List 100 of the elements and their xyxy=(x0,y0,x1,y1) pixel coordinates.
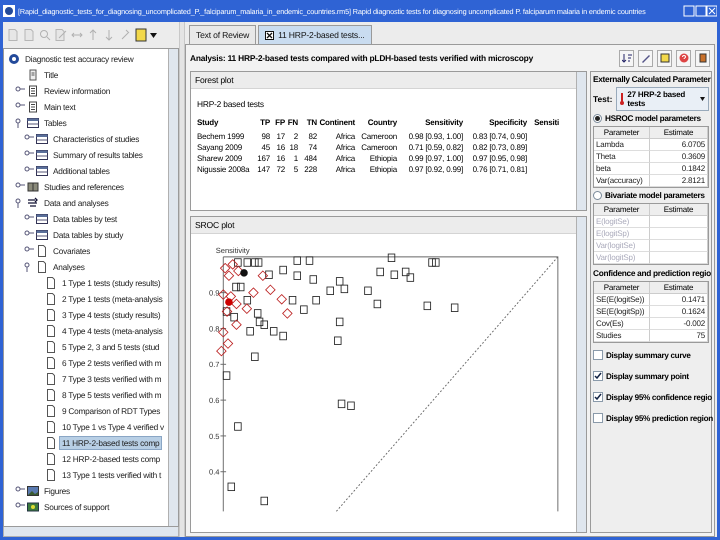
tree-item[interactable]: 7 Type 3 tests verified with m xyxy=(59,372,164,386)
table-cell: Var(logitSe) xyxy=(594,240,650,252)
table-cell-text: 228 xyxy=(303,164,317,175)
table-cell-text: 0.97 [0.95, 0.98] xyxy=(472,153,527,164)
tick-label: 0.6 xyxy=(209,396,220,405)
tree-item[interactable]: Diagnostic test accuracy review xyxy=(22,52,136,66)
table-cell-text: 16 xyxy=(276,142,285,153)
tree-item[interactable]: Sources of support xyxy=(41,500,112,514)
tab[interactable]: 11 HRP-2-based tests... xyxy=(258,25,372,44)
column-header: Specificity xyxy=(488,117,527,128)
tree-item[interactable]: Tables xyxy=(41,116,70,130)
column-header: FN xyxy=(287,117,298,128)
tree-item[interactable]: 13 Type 1 tests verified with t xyxy=(59,468,164,482)
table-cell-text: 72 xyxy=(276,164,285,175)
table-cell-text: 45 xyxy=(260,142,270,153)
table-cell: 75 xyxy=(650,330,708,342)
table-cell: Cov(Es) xyxy=(594,318,650,330)
analysis-title: Analysis: 11 HRP-2-based tests compared with pLDH-based tests verified with microscopy xyxy=(190,53,534,63)
tree-item[interactable]: Data tables by study xyxy=(50,228,126,242)
table-cell-text: Africa xyxy=(334,142,355,153)
table-cell: E(logitSe) xyxy=(594,216,650,228)
tree-item[interactable]: 6 Type 2 tests verified with m xyxy=(59,356,164,370)
table-cell-text: Sharew 2009 xyxy=(197,153,243,164)
tree-item[interactable]: Review information xyxy=(41,84,114,98)
table-cell-text: 74 xyxy=(308,142,317,153)
table-cell-text: Cameroon xyxy=(360,142,397,153)
table-cell: 2.8121 xyxy=(650,175,708,187)
tree-item[interactable]: 8 Type 5 tests verified with m xyxy=(59,388,164,402)
table-cell-text: 16 xyxy=(276,153,285,164)
column-header: FP xyxy=(274,117,285,128)
tree-item[interactable]: 10 Type 1 vs Type 4 verified v xyxy=(59,420,167,434)
tree-item[interactable]: 11 HRP-2-based tests comp xyxy=(59,436,162,450)
column-header: Parameter xyxy=(594,282,650,294)
tree-item[interactable]: Data tables by test xyxy=(50,212,120,226)
tick-label: 0.5 xyxy=(209,432,220,441)
table-cell-text: Ethiopia xyxy=(368,153,397,164)
tree-item[interactable]: 9 Comparison of RDT Types xyxy=(59,404,164,418)
tree-item[interactable]: 2 Type 1 tests (meta-analysis xyxy=(59,292,166,306)
table-cell-text: 18 xyxy=(288,142,298,153)
tick-label: 0.7 xyxy=(209,360,220,370)
tree-item[interactable]: Figures xyxy=(41,484,73,498)
checkbox-label: Display 95% confidence regio xyxy=(606,392,712,402)
tick-label: 0.9 xyxy=(209,288,220,298)
table-cell-text: 0.98 [0.93, 1.00] xyxy=(408,131,463,142)
tick-label: 0.4 xyxy=(209,468,220,477)
table-cell-text: Nigussie 2008a xyxy=(197,164,250,175)
table-cell-text: 1 xyxy=(292,153,298,164)
plot-subtitle: HRP-2 based tests xyxy=(196,98,265,111)
tree-item[interactable]: Studies and references xyxy=(41,180,127,194)
radio-label: HSROC model parameters xyxy=(605,114,701,123)
tree-item[interactable]: 4 Type 4 tests (meta-analysis xyxy=(59,324,166,338)
panel-title: SROC plot xyxy=(191,217,576,234)
table-cell-text: Cameroon xyxy=(360,131,397,142)
table-cell-text: 17 xyxy=(276,131,285,142)
tree-item[interactable]: Summary of results tables xyxy=(50,148,146,162)
tree-item[interactable]: 1 Type 1 tests (study results) xyxy=(59,276,164,290)
tree-item[interactable]: Title xyxy=(41,68,62,82)
checkbox-label: Display summary point xyxy=(606,372,689,380)
test-dropdown[interactable]: 27 HRP-2 based tests xyxy=(616,87,709,111)
table-cell: SE(E(logitSe)) xyxy=(594,294,650,306)
tree-item[interactable]: 3 Type 4 tests (study results) xyxy=(59,308,164,322)
tree-item[interactable]: Additional tables xyxy=(50,164,113,178)
tree-item[interactable]: Data and analyses xyxy=(41,196,112,210)
table-cell-text: 2 xyxy=(292,131,298,142)
table-cell-text: 0.76 [0.71, 0.81] xyxy=(472,164,527,175)
field-label: Test: xyxy=(593,94,612,104)
table-cell-text: 98 xyxy=(260,131,270,142)
table-cell: SE(E(logitSp)) xyxy=(594,306,650,318)
model-radio[interactable]: HSROC model parameters xyxy=(593,114,709,123)
table-cell-text: 5 xyxy=(292,164,298,175)
table-cell: beta xyxy=(594,163,650,175)
table-cell-text: 484 xyxy=(303,153,317,164)
tree-item[interactable]: 12 HRP-2-based tests comp xyxy=(59,452,163,466)
tree-item[interactable]: Covariates xyxy=(50,244,94,258)
column-header: Estimate xyxy=(650,282,708,294)
panel-title: Forest plot xyxy=(191,72,576,89)
table-cell-text: 82 xyxy=(308,131,317,142)
column-header: Sensiti xyxy=(533,117,559,128)
column-header: Estimate xyxy=(650,204,708,216)
tree-item[interactable]: 5 Type 2, 3 and 5 tests (stud xyxy=(59,340,162,354)
table-cell-text: 167 xyxy=(256,153,270,164)
column-header: TP xyxy=(259,117,270,128)
table-cell-text: Africa xyxy=(334,164,355,175)
checkbox-label: Display 95% prediction region xyxy=(606,414,713,422)
table-cell-text: 147 xyxy=(256,164,270,175)
tab[interactable]: Text of Review xyxy=(189,25,256,44)
table-cell-text: 0.99 [0.97, 1.00] xyxy=(408,153,463,164)
table-cell: Var(accuracy) xyxy=(594,175,650,187)
table-cell: 0.1842 xyxy=(650,163,708,175)
table-cell-text: Bechem 1999 xyxy=(197,131,246,142)
tree-item[interactable]: Analyses xyxy=(50,260,88,274)
tree-item[interactable]: Characteristics of studies xyxy=(50,132,142,146)
table-cell: Theta xyxy=(594,151,650,163)
column-header: Study xyxy=(197,117,220,128)
table-cell: 0.1471 xyxy=(650,294,708,306)
table-cell-text: Ethiopia xyxy=(368,164,397,175)
column-header: TN xyxy=(306,117,317,128)
table-cell: Var(logitSp) xyxy=(594,252,650,264)
tick-label: 0.8 xyxy=(209,324,220,334)
tree-item[interactable]: Main text xyxy=(41,100,78,114)
